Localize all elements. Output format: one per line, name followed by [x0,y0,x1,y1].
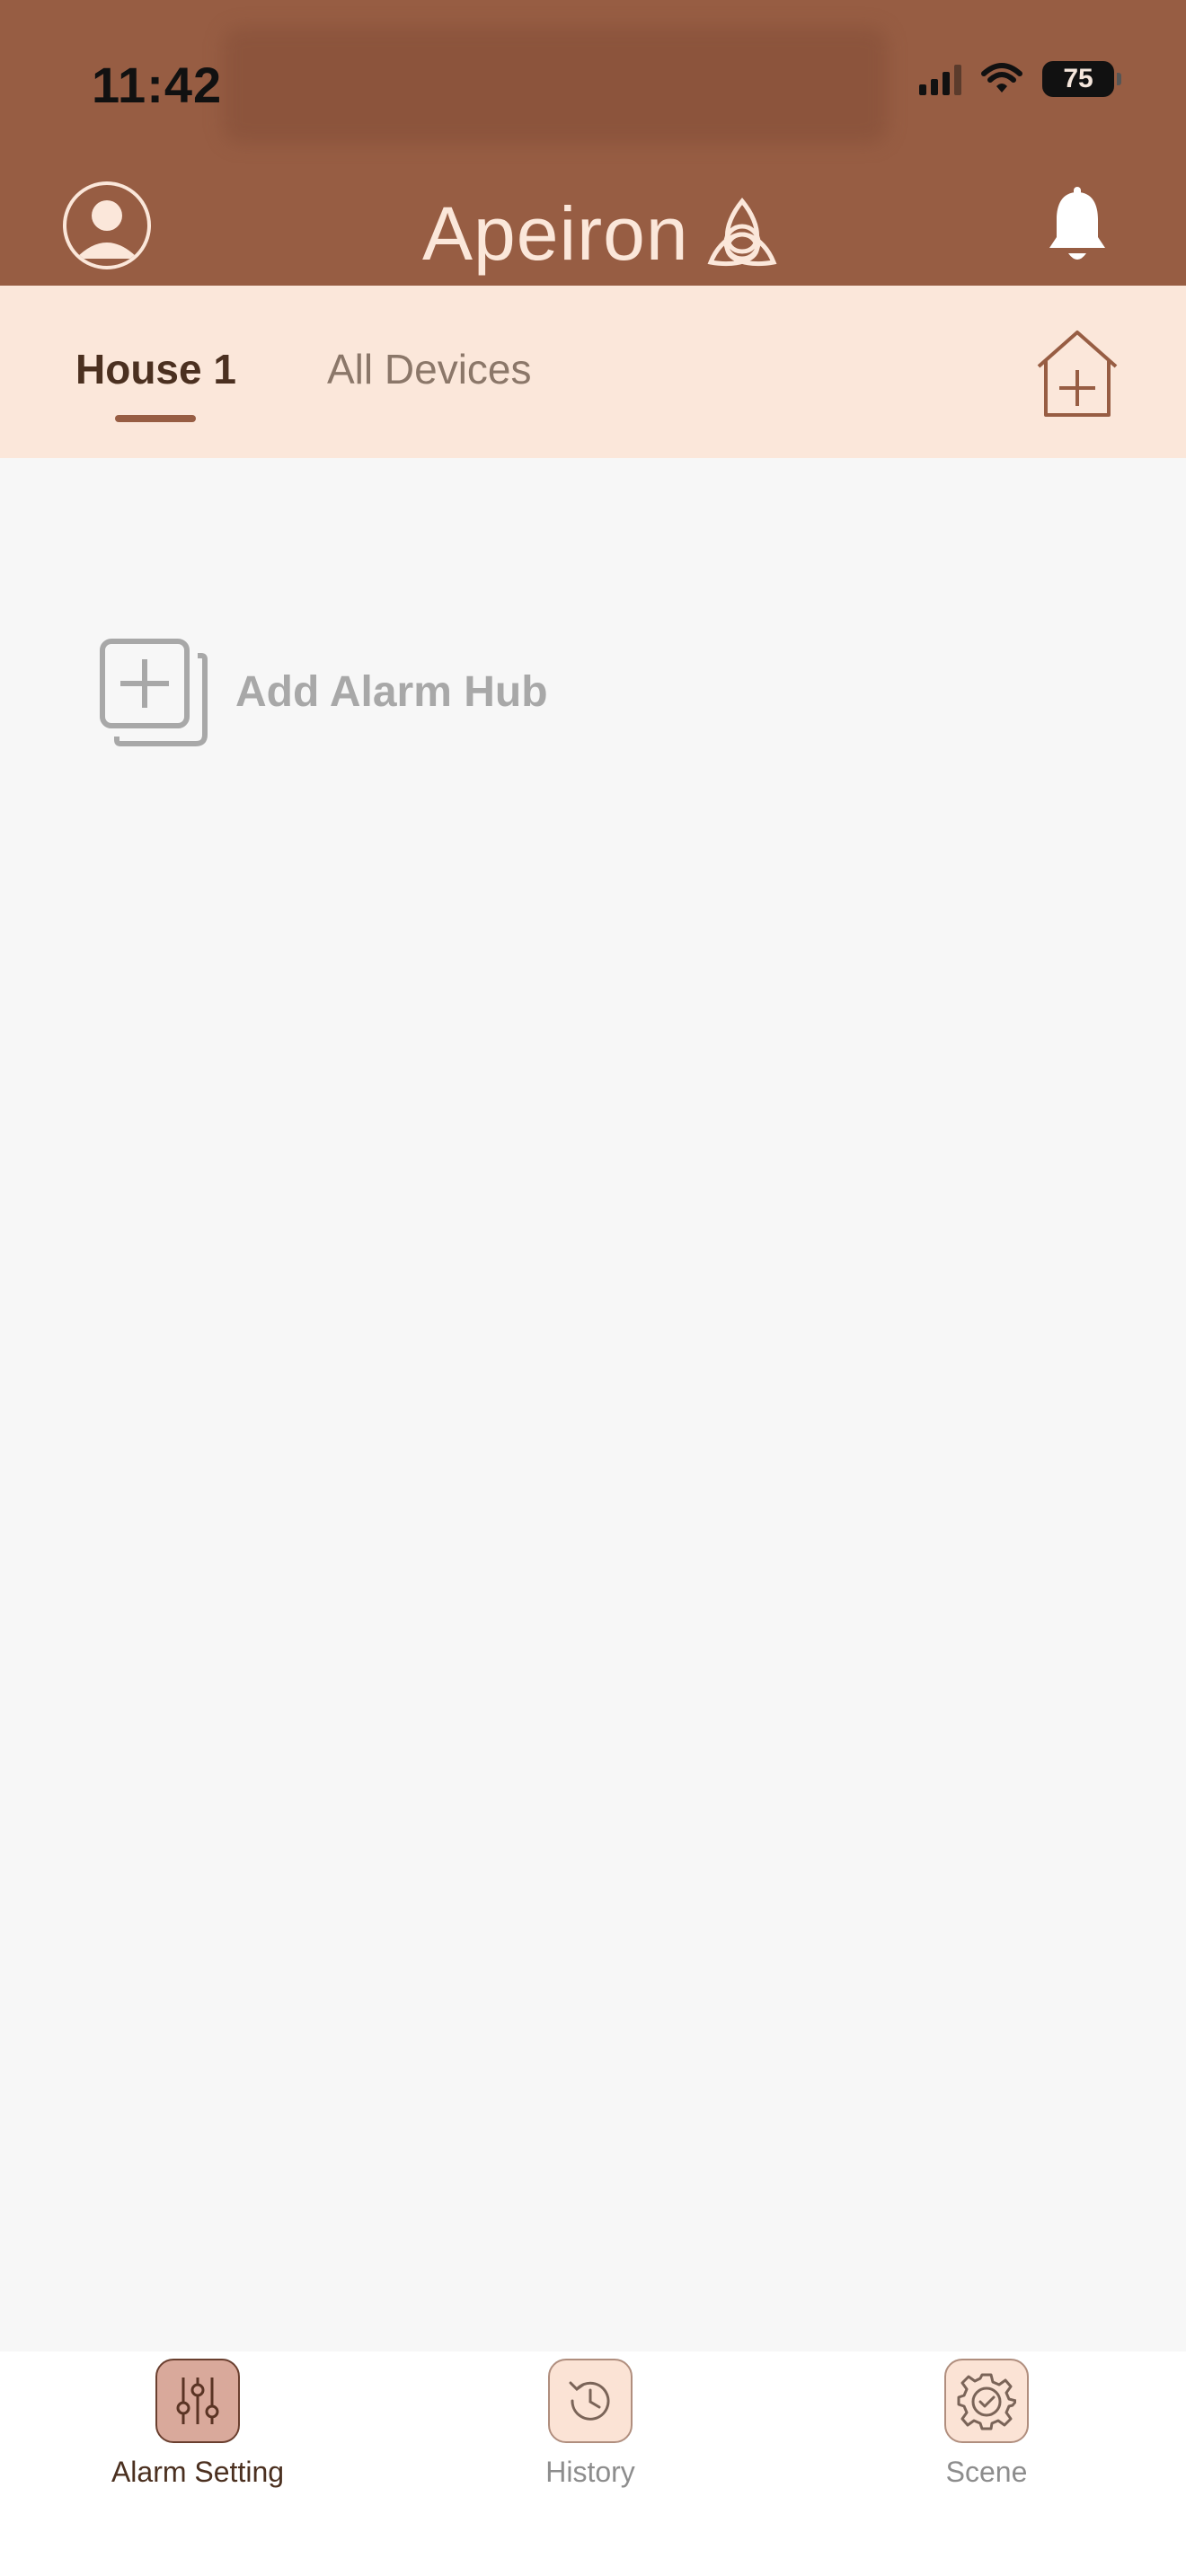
nav-history-icon-box [548,2359,633,2443]
app-name: Apeiron [422,190,689,276]
tab-house-1[interactable]: House 1 [75,345,236,393]
nav-alarm-setting-label: Alarm Setting [111,2456,285,2488]
profile-avatar-button[interactable] [63,181,151,269]
sliders-icon [176,2378,219,2424]
nav-scene-icon-box [944,2359,1029,2443]
notification-bell-icon[interactable] [1044,185,1111,266]
nav-history[interactable]: History [482,2359,698,2489]
add-alarm-hub-button[interactable]: Add Alarm Hub [97,636,548,747]
history-icon [569,2381,610,2421]
nav-alarm-setting-icon-box [155,2359,240,2443]
app-logo: Apeiron [422,189,781,278]
nav-scene-label: Scene [945,2456,1028,2488]
add-alarm-hub-label: Add Alarm Hub [235,667,548,716]
status-icons: 75 [919,61,1121,97]
nav-history-label: History [545,2456,635,2488]
app-header: 11:42 75 Apeiron [0,0,1186,286]
triquetra-logo-icon [707,198,776,266]
active-tab-indicator [115,415,196,422]
tab-all-devices[interactable]: All Devices [327,345,532,393]
status-time: 11:42 [92,57,223,113]
signal-icon [919,63,961,95]
wifi-icon [981,63,1022,93]
nav-alarm-setting[interactable]: Alarm Setting [90,2359,305,2489]
app-root: 11:42 75 Apeiron House 1 All Devices Add… [0,0,1186,2576]
add-house-icon[interactable] [1033,329,1121,419]
gear-check-icon [957,2373,1016,2430]
user-icon [75,200,138,259]
nav-scene[interactable]: Scene [879,2359,1094,2489]
battery-indicator: 75 [1042,61,1121,97]
add-copy-icon [100,639,208,746]
status-bar-blur [223,27,888,144]
